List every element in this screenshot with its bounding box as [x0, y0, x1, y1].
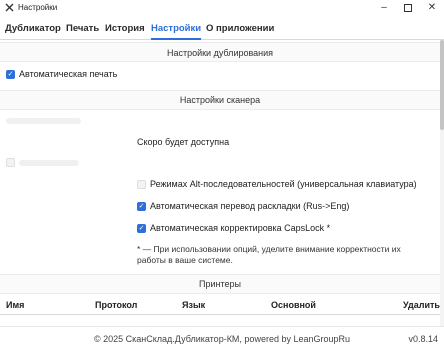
- column-language[interactable]: Язык: [182, 300, 205, 310]
- title-bar: Настройки – ✕: [0, 0, 444, 16]
- capslock-correction-checkbox[interactable]: ✓: [137, 224, 146, 233]
- copyright-text: © 2025 СканСклад.Дубликатор-КМ, powered …: [93, 334, 351, 344]
- tab-about[interactable]: О приложении: [206, 22, 274, 40]
- scanner-note: * — При использовании опций, уделите вни…: [137, 244, 401, 265]
- close-icon[interactable]: ✕: [425, 1, 439, 15]
- tab-print[interactable]: Печать: [66, 22, 99, 40]
- disabled-option-placeholder-2: [19, 160, 79, 166]
- column-default[interactable]: Основной: [271, 300, 316, 310]
- scrollbar-thumb[interactable]: [440, 40, 444, 130]
- disabled-option-placeholder: [6, 118, 81, 124]
- auto-print-label: Автоматическая печать: [19, 69, 118, 79]
- layout-translation-label: Автоматическая перевод раскладки (Rus->E…: [150, 201, 350, 211]
- coming-soon-text: Скоро будет доступна: [137, 137, 230, 147]
- minimize-icon[interactable]: –: [377, 1, 391, 15]
- auto-print-checkbox[interactable]: ✓: [6, 70, 15, 79]
- version-label: v0.8.14: [408, 334, 438, 344]
- duplication-section-title: Настройки дублирования: [166, 48, 274, 58]
- footer: © 2025 СканСклад.Дубликатор-КМ, powered …: [0, 326, 444, 350]
- printers-section-title: Принтеры: [199, 279, 241, 289]
- tab-duplicator[interactable]: Дубликатор: [5, 22, 61, 40]
- capslock-correction-label: Автоматическая корректировка CapsLock *: [150, 223, 331, 233]
- app-logo-icon: [5, 3, 14, 12]
- settings-panel: Настройки дублирования ✓ Автоматическая …: [0, 40, 444, 326]
- maximize-icon[interactable]: [401, 1, 415, 15]
- layout-translation-checkbox[interactable]: ✓: [137, 202, 146, 211]
- disabled-checkbox: [6, 158, 15, 167]
- tab-history[interactable]: История: [105, 22, 145, 40]
- tab-bar: Дубликатор Печать История Настройки О пр…: [0, 18, 444, 40]
- alt-sequence-label: Режимах Alt-последовательностей (универс…: [150, 179, 417, 189]
- scanner-section-title: Настройки сканера: [179, 95, 261, 105]
- window-title: Настройки: [18, 3, 58, 12]
- column-delete[interactable]: Удалить: [403, 300, 440, 310]
- tab-settings[interactable]: Настройки: [151, 22, 202, 40]
- printers-table-header: Имя Протокол Язык Основной Удалить: [0, 295, 440, 315]
- column-protocol[interactable]: Протокол: [95, 300, 137, 310]
- column-name[interactable]: Имя: [6, 300, 24, 310]
- alt-sequence-checkbox[interactable]: [137, 180, 146, 189]
